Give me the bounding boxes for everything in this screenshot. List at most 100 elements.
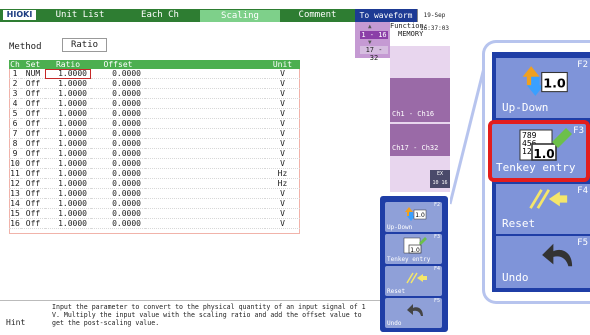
- unit-cell[interactable]: Hz: [265, 168, 300, 179]
- set-cell[interactable]: Off: [21, 188, 45, 199]
- channel-range-1-16[interactable]: 1 - 16: [360, 31, 388, 39]
- set-cell[interactable]: Off: [21, 108, 45, 119]
- set-cell[interactable]: Off: [21, 218, 45, 229]
- offset-cell[interactable]: 0.0000: [91, 88, 145, 99]
- undo-button[interactable]: F5 Undo: [496, 236, 590, 288]
- unit-cell[interactable]: V: [265, 128, 300, 139]
- strip-ch1-ch16[interactable]: Ch1 - Ch16: [390, 78, 450, 122]
- ratio-cell[interactable]: 1.0000: [45, 208, 91, 219]
- set-cell[interactable]: Off: [21, 118, 45, 129]
- unit-cell[interactable]: V: [265, 158, 300, 169]
- offset-cell[interactable]: 0.0000: [91, 138, 145, 149]
- table-row[interactable]: 14 Off 1.0000 0.0000 V: [9, 198, 300, 209]
- table-row[interactable]: 15 Off 1.0000 0.0000 V: [9, 208, 300, 219]
- unit-cell[interactable]: V: [265, 78, 300, 89]
- table-row[interactable]: 9 Off 1.0000 0.0000 V: [9, 148, 300, 159]
- tenkey-entry-button-small[interactable]: F3 1.0 Tenkey entry: [385, 234, 442, 264]
- unit-cell[interactable]: V: [265, 198, 300, 209]
- arrow-down-icon[interactable]: ▼: [368, 39, 372, 46]
- channel-range-17-32[interactable]: 17 - 32: [360, 46, 388, 62]
- tab-each-ch[interactable]: Each Ch: [120, 9, 200, 22]
- method-select[interactable]: Ratio: [62, 38, 107, 52]
- offset-cell[interactable]: 0.0000: [91, 168, 145, 179]
- set-cell[interactable]: Off: [21, 168, 45, 179]
- ratio-cell[interactable]: 1.0000: [45, 98, 91, 109]
- reset-button-small[interactable]: F4 Reset: [385, 266, 442, 296]
- set-cell[interactable]: Off: [21, 138, 45, 149]
- unit-cell[interactable]: Hz: [265, 178, 300, 189]
- unit-cell[interactable]: V: [265, 208, 300, 219]
- set-cell[interactable]: Off: [21, 78, 45, 89]
- unit-cell[interactable]: V: [265, 148, 300, 159]
- set-cell[interactable]: Off: [21, 88, 45, 99]
- table-row[interactable]: 8 Off 1.0000 0.0000 V: [9, 138, 300, 149]
- up-down-button-small[interactable]: F2 1.0 Up-Down: [385, 202, 442, 232]
- table-row[interactable]: 3 Off 1.0000 0.0000 V: [9, 88, 300, 99]
- ratio-cell[interactable]: 1.0000: [45, 148, 91, 159]
- offset-cell[interactable]: 0.0000: [91, 98, 145, 109]
- offset-cell[interactable]: 0.0000: [91, 198, 145, 209]
- set-cell[interactable]: Off: [21, 148, 45, 159]
- unit-cell[interactable]: V: [265, 218, 300, 229]
- table-row[interactable]: 16 Off 1.0000 0.0000 V: [9, 218, 300, 229]
- offset-cell[interactable]: 0.0000: [91, 78, 145, 89]
- offset-cell[interactable]: 0.0000: [91, 218, 145, 229]
- offset-cell[interactable]: 0.0000: [91, 148, 145, 159]
- set-cell[interactable]: Off: [21, 208, 45, 219]
- tenkey-entry-button[interactable]: F3 789 456 123 1.0 Tenkey entry: [488, 120, 590, 182]
- offset-cell[interactable]: 0.0000: [91, 178, 145, 189]
- offset-cell[interactable]: 0.0000: [91, 208, 145, 219]
- ratio-cell[interactable]: 1.0000: [45, 128, 91, 139]
- table-row[interactable]: 4 Off 1.0000 0.0000 V: [9, 98, 300, 109]
- table-row[interactable]: 10 Off 1.0000 0.0000 V: [9, 158, 300, 169]
- set-cell[interactable]: NUM: [21, 69, 45, 79]
- undo-button-small[interactable]: F5 Undo: [385, 298, 442, 328]
- ratio-cell[interactable]: 1.0000: [45, 168, 91, 179]
- ratio-cell[interactable]: 1.0000: [45, 108, 91, 119]
- ratio-cell[interactable]: 1.0000: [45, 158, 91, 169]
- offset-cell[interactable]: 0.0000: [91, 118, 145, 129]
- unit-cell[interactable]: V: [265, 138, 300, 149]
- set-cell[interactable]: Off: [21, 128, 45, 139]
- unit-cell[interactable]: V: [265, 69, 300, 79]
- ratio-cell[interactable]: 1.0000: [45, 118, 91, 129]
- table-row[interactable]: 7 Off 1.0000 0.0000 V: [9, 128, 300, 139]
- offset-cell[interactable]: 0.0000: [91, 188, 145, 199]
- unit-cell[interactable]: V: [265, 98, 300, 109]
- ratio-cell[interactable]: 1.0000: [45, 218, 91, 229]
- table-row[interactable]: 13 Off 1.0000 0.0000 V: [9, 188, 300, 199]
- tab-scaling[interactable]: Scaling: [200, 10, 280, 22]
- unit-cell[interactable]: V: [265, 88, 300, 99]
- table-row[interactable]: 6 Off 1.0000 0.0000 V: [9, 118, 300, 129]
- extension-icon[interactable]: EX 10 16: [430, 170, 450, 188]
- table-row[interactable]: 5 Off 1.0000 0.0000 V: [9, 108, 300, 119]
- set-cell[interactable]: Off: [21, 178, 45, 189]
- strip-ch17-ch32[interactable]: Ch17 - Ch32: [390, 124, 450, 156]
- ratio-cell[interactable]: 1.0000: [45, 88, 91, 99]
- offset-cell[interactable]: 0.0000: [91, 108, 145, 119]
- ratio-cell[interactable]: 1.0000: [45, 178, 91, 189]
- ratio-cell[interactable]: 1.0000: [45, 78, 91, 89]
- table-row[interactable]: 12 Off 1.0000 0.0000 Hz: [9, 178, 300, 189]
- arrow-up-icon[interactable]: ▲: [368, 23, 372, 30]
- ratio-cell[interactable]: 1.0000: [45, 198, 91, 209]
- ratio-cell[interactable]: 1.0000: [45, 138, 91, 149]
- ratio-cell[interactable]: 1.0000: [45, 69, 91, 79]
- reset-button[interactable]: F4 Reset: [496, 184, 590, 234]
- offset-cell[interactable]: 0.0000: [91, 69, 145, 79]
- to-waveform-button[interactable]: To waveform: [355, 9, 417, 22]
- set-cell[interactable]: Off: [21, 158, 45, 169]
- table-row[interactable]: 1 NUM 1.0000 0.0000 V: [9, 69, 300, 79]
- offset-cell[interactable]: 0.0000: [91, 158, 145, 169]
- ratio-cell[interactable]: 1.0000: [45, 188, 91, 199]
- unit-cell[interactable]: V: [265, 118, 300, 129]
- set-cell[interactable]: Off: [21, 198, 45, 209]
- table-row[interactable]: 11 Off 1.0000 0.0000 Hz: [9, 168, 300, 179]
- set-cell[interactable]: Off: [21, 98, 45, 109]
- unit-cell[interactable]: V: [265, 188, 300, 199]
- tab-comment[interactable]: Comment: [280, 9, 355, 22]
- up-down-button[interactable]: F2 1.0 Up-Down: [496, 58, 590, 118]
- table-row[interactable]: 2 Off 1.0000 0.0000 V: [9, 78, 300, 89]
- unit-cell[interactable]: V: [265, 108, 300, 119]
- offset-cell[interactable]: 0.0000: [91, 128, 145, 139]
